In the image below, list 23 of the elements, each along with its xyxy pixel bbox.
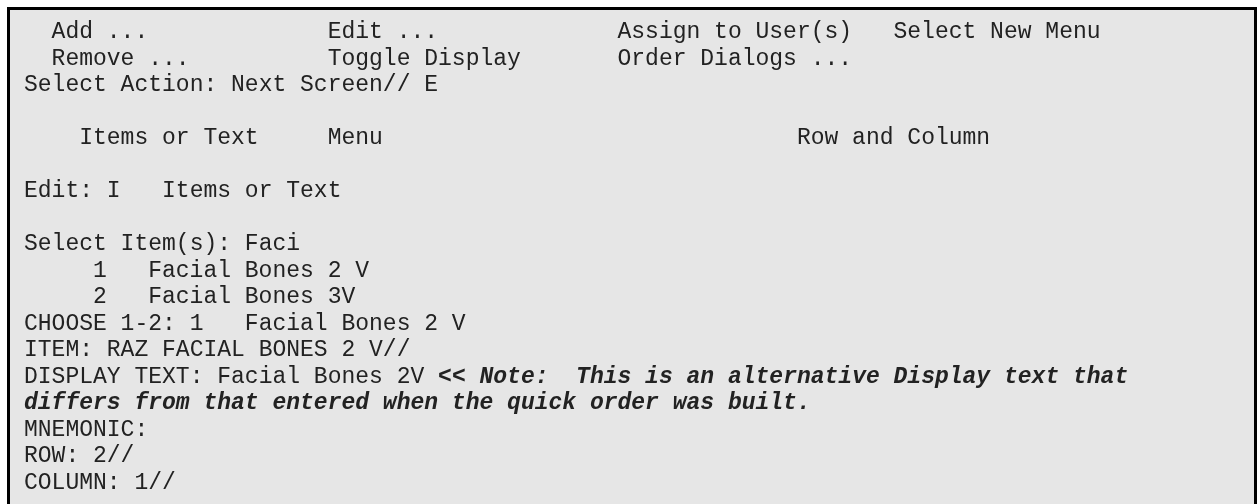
- select-action-prompt: Select Action: Next Screen// E: [24, 72, 439, 99]
- action-menu-item[interactable]: Order Dialogs ...: [617, 45, 853, 72]
- edit-prompt: Edit: I Items or Text: [24, 178, 342, 205]
- choose-prompt: CHOOSE 1-2: 1 Facial Bones 2 V: [24, 310, 466, 337]
- display-text-prompt: DISPLAY TEXT: Facial Bones 2V << Note: This is an alternative Display text that differs from that entered when the quick order was built.: [24, 363, 1130, 417]
- action-menu-item[interactable]: Remove ...: [51, 45, 190, 72]
- action-menu-item[interactable]: Select New Menu: [893, 19, 1101, 45]
- field-prompt: MNEMONIC:: [24, 416, 149, 443]
- action-menu-item[interactable]: Add ...: [51, 19, 149, 45]
- action-menu-item[interactable]: Edit ...: [327, 19, 439, 45]
- match-number: 1: [93, 257, 108, 284]
- action-menu-item[interactable]: Assign to User(s): [617, 19, 853, 45]
- match-label: Facial Bones 3V: [148, 284, 356, 311]
- match-label: Facial Bones 2 V: [148, 257, 370, 284]
- edit-field-choice[interactable]: Items or Text: [79, 125, 259, 151]
- edit-field-choice[interactable]: Row and Column: [796, 125, 991, 151]
- match-number: 2: [93, 284, 108, 311]
- field-prompt: ROW: 2//: [24, 443, 135, 470]
- item-prompt: ITEM: RAZ FACIAL BONES 2 V//: [24, 337, 411, 364]
- edit-field-choice[interactable]: Menu: [327, 125, 383, 151]
- field-prompt: COLUMN: 1//: [24, 469, 176, 496]
- action-menu-item[interactable]: Toggle Display: [327, 45, 521, 72]
- select-items-prompt: Select Item(s): Faci: [24, 231, 301, 258]
